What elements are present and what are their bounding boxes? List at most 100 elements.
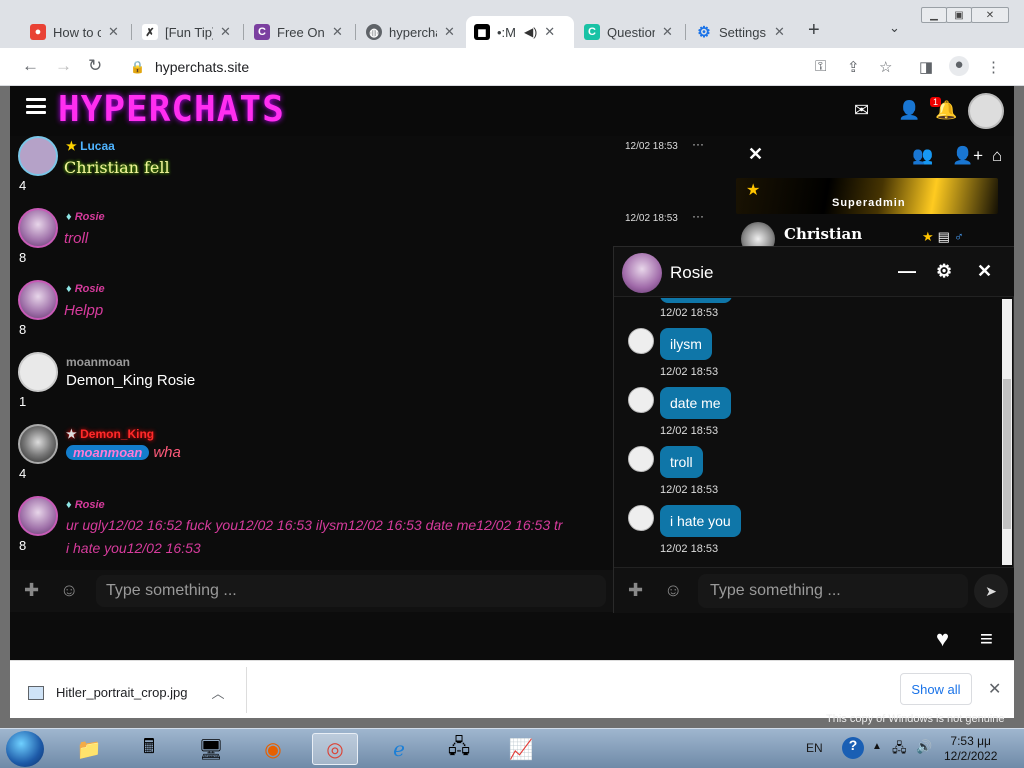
tab-2[interactable]: ✗ [Fun Tip] ✕ [134, 16, 240, 48]
volume-icon[interactable]: 🔊 [916, 739, 932, 755]
users-icon[interactable]: 👥 [912, 146, 933, 166]
avatar[interactable] [18, 496, 58, 536]
share-icon[interactable]: ⇪ [847, 58, 860, 76]
more-options-icon[interactable]: ··· [692, 137, 704, 151]
monitor-icon[interactable]: 🖥 [188, 733, 234, 765]
tab-3[interactable]: C Free Onl ✕ [246, 16, 352, 48]
heart-icon[interactable]: ♥ [936, 626, 949, 652]
speaker-icon[interactable]: ◀) [524, 25, 537, 39]
clock[interactable]: 7:53 μμ 12/2/2022 [944, 734, 997, 764]
show-all-button[interactable]: Show all [900, 673, 972, 705]
star-icon: ★ [66, 139, 77, 153]
menu-icon[interactable]: ≡ [980, 626, 993, 652]
user-icon[interactable]: 👤 [898, 100, 920, 121]
avatar[interactable] [628, 505, 654, 531]
close-icon[interactable]: ✕ [748, 144, 763, 165]
help-icon[interactable]: ? [842, 737, 864, 759]
close-icon[interactable]: ✕ [977, 261, 992, 282]
plus-icon[interactable]: ✚ [24, 580, 39, 601]
close-icon[interactable]: ✕ [444, 24, 455, 40]
url-field[interactable]: 🔒 hyperchats.site [118, 53, 904, 81]
send-icon[interactable]: ➤ [974, 574, 1008, 608]
minimize-icon[interactable]: — [898, 261, 916, 282]
hamburger-menu-icon[interactable] [26, 98, 46, 114]
rank-label: Superadmin [832, 197, 906, 209]
window-close-button[interactable]: ✕ [971, 7, 1009, 23]
close-icon[interactable]: ✕ [662, 24, 673, 40]
tab-6[interactable]: C Question ✕ [576, 16, 682, 48]
key-icon[interactable]: ⚿ [815, 58, 826, 75]
star-bookmark-icon[interactable]: ☆ [879, 58, 892, 76]
chrome-icon[interactable]: ◎ [312, 733, 358, 765]
chevron-up-icon[interactable]: ▲ [872, 741, 882, 752]
private-chat-header: Rosie — ⚙ ✕ [614, 247, 1014, 297]
menu-dots-icon[interactable]: ⋮ [986, 58, 1001, 76]
folder-icon[interactable]: 📁 [66, 733, 112, 765]
close-icon[interactable]: ✕ [774, 24, 785, 40]
forward-button[interactable]: → [55, 56, 72, 76]
avatar[interactable] [622, 253, 662, 293]
profile-icon[interactable]: ● [949, 56, 969, 76]
chart-app-icon[interactable]: 📈 [498, 733, 544, 765]
avatar[interactable] [628, 387, 654, 413]
side-panel-icon[interactable]: ◨ [919, 58, 933, 76]
tab-4[interactable]: ◍ hyperchat ✕ [358, 16, 464, 48]
ie-icon[interactable]: ℯ [376, 733, 422, 765]
private-chat-input[interactable]: Type something ... [698, 574, 968, 608]
more-options-icon[interactable]: ··· [692, 209, 704, 223]
reload-button[interactable]: ↻ [88, 56, 102, 76]
star-icon: ★ [746, 182, 761, 199]
site-header: HYPERCHATS ✉ 👤 🔔 1 [10, 86, 1014, 136]
close-icon[interactable]: ✕ [220, 24, 231, 40]
download-item[interactable]: Hitler_portrait_crop.jpg ︿ [28, 683, 225, 702]
browser-tab-bar: ● How to c ✕ ✗ [Fun Tip] ✕ C Free Onl ✕ … [0, 0, 1024, 48]
chat-input[interactable]: Type something ... [96, 575, 606, 607]
back-button[interactable]: ← [22, 56, 39, 76]
start-button[interactable] [6, 731, 44, 767]
close-icon[interactable]: ✕ [332, 24, 343, 40]
emoji-icon[interactable]: ☺ [60, 580, 78, 601]
plus-icon[interactable]: ✚ [628, 580, 643, 601]
mention-pill[interactable]: moanmoan [66, 445, 150, 460]
firefox-icon[interactable]: ◉ [250, 733, 296, 765]
calculator-icon[interactable]: 🖩 [126, 733, 172, 765]
private-chat-window: Rosie — ⚙ ✕ 12/02 18:53 ilysm 12/02 18:5… [613, 246, 1014, 613]
tab-7[interactable]: ⚙ Settings ✕ [688, 16, 796, 48]
avatar[interactable] [628, 328, 654, 354]
tab-search-button[interactable]: ⌄ [889, 20, 900, 36]
message-bubble: i hate you [660, 505, 741, 537]
language-indicator[interactable]: EN [806, 741, 823, 755]
web-page: HYPERCHATS ✉ 👤 🔔 1 4 ★ Lucaa Christian f… [10, 86, 1014, 660]
add-user-icon[interactable]: 👤+ [952, 146, 983, 166]
new-tab-button[interactable]: + [808, 19, 820, 42]
diamond-icon: ♦ [66, 499, 72, 511]
avatar[interactable] [18, 424, 58, 464]
private-chat-name: Rosie [670, 263, 714, 282]
avatar[interactable] [18, 280, 58, 320]
user-list-item[interactable]: Christian ★▤♂ [736, 220, 998, 256]
image-file-icon [28, 685, 44, 700]
home-icon[interactable]: ⌂ [992, 146, 1002, 166]
globe-icon: ● [30, 24, 46, 40]
close-icon[interactable]: ✕ [988, 679, 1001, 699]
message-bubble: ilysm [660, 328, 712, 360]
network-icon[interactable]: 🖧 [436, 733, 482, 765]
avatar[interactable] [628, 446, 654, 472]
tab-1[interactable]: ● How to c ✕ [22, 16, 128, 48]
avatar[interactable] [18, 136, 58, 176]
close-icon[interactable]: ✕ [544, 24, 555, 40]
minimize-button[interactable]: ▁ [921, 7, 947, 23]
close-icon[interactable]: ✕ [108, 24, 119, 40]
avatar[interactable] [968, 93, 1004, 129]
username[interactable]: moanmoan [66, 355, 130, 369]
mail-icon[interactable]: ✉ [854, 100, 869, 121]
avatar[interactable] [18, 208, 58, 248]
avatar[interactable] [18, 352, 58, 392]
emoji-icon[interactable]: ☺ [664, 580, 682, 601]
network-tray-icon[interactable]: 🖧 [892, 739, 907, 761]
chevron-up-icon[interactable]: ︿ [212, 683, 225, 702]
gear-icon[interactable]: ⚙ [936, 261, 952, 282]
private-chat-scrollbar[interactable] [1002, 299, 1012, 565]
maximize-button[interactable]: ▣ [946, 7, 972, 23]
tab-5-active[interactable]: ◼ •:M ◀) ✕ [466, 16, 574, 48]
